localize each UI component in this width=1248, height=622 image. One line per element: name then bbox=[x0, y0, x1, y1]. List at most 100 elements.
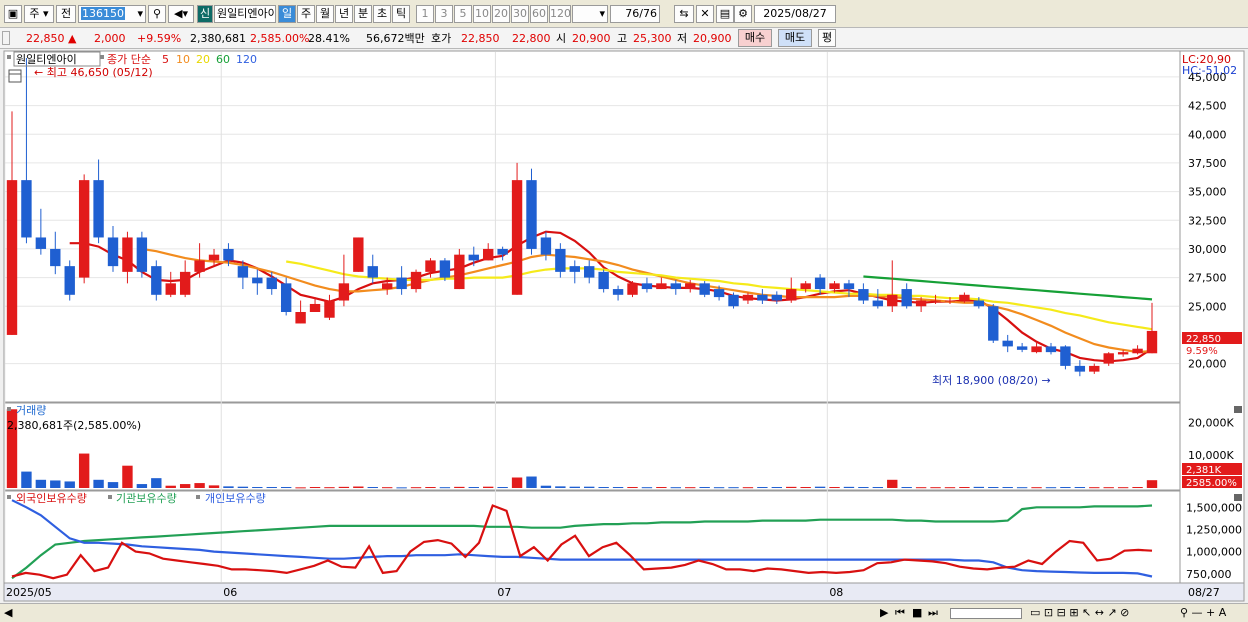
candle-body bbox=[1045, 346, 1057, 353]
volume-value: 2,380,681 bbox=[190, 32, 246, 45]
volume-bar bbox=[280, 487, 292, 489]
period-tab-0[interactable]: 일 bbox=[278, 5, 296, 23]
crosshair-icon[interactable]: ✕ bbox=[696, 5, 714, 23]
interval-button-60[interactable]: 60 bbox=[530, 5, 548, 23]
interval-button-1[interactable]: 1 bbox=[416, 5, 434, 23]
candle-body bbox=[93, 180, 104, 238]
volume-bar bbox=[381, 487, 393, 489]
legend-institution: 기관보유수량 bbox=[116, 492, 177, 505]
chart-settings-icon[interactable]: ▣ bbox=[4, 5, 22, 23]
candle-body bbox=[50, 248, 61, 267]
interval-button-120[interactable]: 120 bbox=[549, 5, 571, 23]
volume-bar bbox=[1045, 487, 1057, 489]
stock-chart[interactable]: 45,00042,50040,00037,50035,00032,50030,0… bbox=[0, 50, 1248, 603]
bar-count-field[interactable]: 76/76 bbox=[610, 5, 660, 23]
chevron-down-icon: ▾ bbox=[137, 7, 143, 20]
candle-body bbox=[800, 283, 811, 290]
period-tab-5[interactable]: 초 bbox=[373, 5, 391, 23]
stop-icon[interactable]: ■ bbox=[912, 605, 922, 621]
volume-bar bbox=[1103, 487, 1114, 489]
interval-button-3[interactable]: 3 bbox=[435, 5, 453, 23]
link-icon[interactable]: ⇆ bbox=[674, 5, 694, 23]
volume-bar bbox=[136, 484, 148, 488]
candle-body bbox=[35, 237, 47, 249]
holding-tick-label: 1,250,000 bbox=[1186, 523, 1242, 536]
calendar-icon[interactable] bbox=[8, 69, 22, 83]
holding-panel bbox=[3, 490, 1181, 584]
gear-icon[interactable]: ⚙ bbox=[734, 5, 752, 23]
volume-bar bbox=[584, 486, 595, 488]
sell-button[interactable]: 매도 bbox=[778, 29, 812, 47]
zoom-tools-icon[interactable]: ▭ ⊡ ⊟ ⊞ ↖ ↔ ↗ ⊘ bbox=[1030, 605, 1129, 621]
scroll-left-icon[interactable]: ◀ bbox=[4, 605, 12, 621]
legend-ma60: 60 bbox=[216, 53, 230, 66]
interval-button-10[interactable]: 10 bbox=[473, 5, 491, 23]
volume-bar bbox=[598, 487, 609, 489]
search-icon[interactable]: ⚲ bbox=[148, 5, 166, 23]
volume-bar bbox=[64, 481, 75, 488]
scroll-right-icon[interactable]: ▶ bbox=[880, 605, 888, 621]
buy-button[interactable]: 매수 bbox=[738, 29, 772, 47]
interval-dropdown[interactable]: ▾ bbox=[572, 5, 608, 23]
save-icon[interactable]: ▤ bbox=[716, 5, 734, 23]
zoom-icon[interactable]: ⚲ — + A bbox=[1180, 605, 1226, 621]
candle-body bbox=[569, 266, 580, 272]
candle-body bbox=[165, 283, 176, 295]
interval-button-20[interactable]: 20 bbox=[492, 5, 510, 23]
volume-bar bbox=[179, 484, 191, 488]
candle-body bbox=[1031, 346, 1042, 353]
panel-close-icon[interactable] bbox=[1234, 494, 1242, 501]
prev-button[interactable]: 전 bbox=[56, 5, 76, 23]
period-tab-6[interactable]: 틱 bbox=[392, 5, 410, 23]
stock-code-input[interactable]: 136150 ▾ bbox=[78, 5, 146, 23]
panel-close-icon[interactable] bbox=[1234, 406, 1242, 413]
chevron-down-icon: ▾ bbox=[599, 7, 605, 20]
volume-bar bbox=[338, 486, 350, 488]
volume-bar bbox=[1002, 487, 1013, 489]
date-field[interactable]: 2025/08/27 bbox=[754, 5, 836, 23]
volume-bar bbox=[223, 486, 234, 488]
candle-body bbox=[1146, 330, 1158, 354]
price-tick-label: 35,000 bbox=[1188, 186, 1227, 199]
chart-area: 45,000 42,500 40,000 37,500 35,000 32,500 30,0… bbox=[0, 50, 1248, 606]
low-label: 저 bbox=[677, 32, 688, 45]
candle-body bbox=[208, 254, 220, 261]
period-type-select[interactable]: 주 ▾ bbox=[24, 5, 54, 23]
first-page-icon[interactable]: ⏮ bbox=[895, 605, 905, 621]
scroll-thumb[interactable] bbox=[950, 608, 1022, 619]
volume-bar bbox=[483, 486, 494, 488]
holding-tick-label: 1,500,000 bbox=[1186, 501, 1242, 514]
volume-bar bbox=[122, 465, 133, 488]
volume-bar bbox=[685, 487, 696, 489]
avg-button[interactable]: 평 bbox=[818, 29, 836, 47]
period-tab-2[interactable]: 월 bbox=[316, 5, 334, 23]
min-price-annotation: 최저 18,900 (08/20) → bbox=[932, 374, 1051, 387]
volume-bar bbox=[425, 487, 436, 489]
last-page-icon[interactable]: ⏭ bbox=[928, 605, 938, 621]
period-tab-3[interactable]: 년 bbox=[335, 5, 353, 23]
interval-button-5[interactable]: 5 bbox=[454, 5, 472, 23]
volume-pct: 2,585.00% bbox=[250, 32, 310, 45]
price-change: 2,000 bbox=[94, 32, 126, 45]
candle-body bbox=[685, 283, 696, 290]
volume-info: 2,380,681주(2,585.00%) bbox=[7, 419, 141, 432]
stock-name-field: 원일티엔아이 bbox=[214, 5, 276, 23]
legend-ma10: 10 bbox=[176, 53, 190, 66]
period-tab-1[interactable]: 주 bbox=[297, 5, 315, 23]
period-tab-4[interactable]: 분 bbox=[354, 5, 372, 23]
candle-body bbox=[872, 300, 884, 307]
price-tick-label: 40,000 bbox=[1188, 128, 1227, 141]
candle-body bbox=[353, 237, 364, 272]
interval-button-30[interactable]: 30 bbox=[511, 5, 529, 23]
volume-bar bbox=[1031, 487, 1042, 489]
volume-bar bbox=[973, 486, 985, 488]
horizontal-scrollbar[interactable]: ◀ ▶ ⏮ ■ ⏭ ▭ ⊡ ⊟ ⊞ ↖ ↔ ↗ ⊘ ⚲ — + A bbox=[0, 603, 1248, 622]
candle-body bbox=[786, 289, 797, 301]
panel-marker-icon bbox=[100, 55, 104, 59]
candle-body bbox=[1089, 365, 1100, 372]
candle-body bbox=[194, 260, 205, 272]
speaker-icon[interactable]: ◀▾ bbox=[168, 5, 194, 23]
candle-body bbox=[814, 277, 826, 290]
min-price-note: 최저 18,900 (08/20) bbox=[932, 374, 1038, 387]
volume-bar bbox=[1074, 487, 1086, 489]
